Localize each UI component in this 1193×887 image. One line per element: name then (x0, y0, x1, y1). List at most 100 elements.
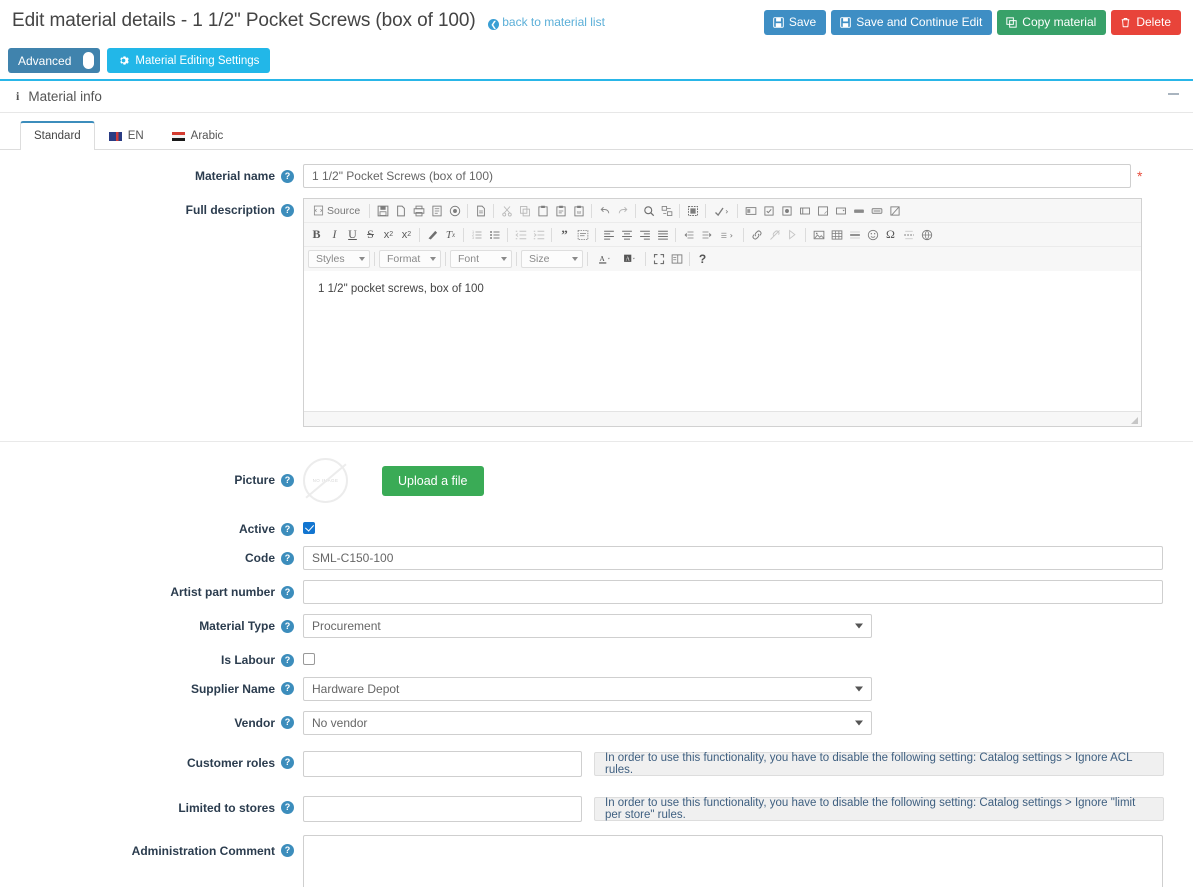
hidden-field-icon[interactable] (886, 202, 903, 219)
tab-en[interactable]: EN (95, 122, 158, 150)
resize-grip-icon[interactable] (1131, 417, 1138, 424)
replace-icon[interactable] (658, 202, 675, 219)
bulleted-list-icon[interactable] (486, 226, 503, 243)
align-right-icon[interactable] (636, 226, 653, 243)
new-page-icon[interactable] (392, 202, 409, 219)
numbered-list-icon[interactable]: 123 (468, 226, 485, 243)
background-color-icon[interactable]: A (617, 251, 641, 268)
styles-dropdown[interactable]: Styles (308, 250, 370, 268)
supplier-name-select[interactable]: Hardware Depot (303, 677, 872, 701)
save-button[interactable]: Save (764, 10, 826, 35)
justify-icon[interactable] (654, 226, 671, 243)
preview-icon[interactable] (428, 202, 445, 219)
text-direction-ltr-icon[interactable] (680, 226, 697, 243)
back-to-material-list-link[interactable]: ❮back to material list (488, 15, 605, 29)
show-blocks-icon[interactable] (668, 251, 685, 268)
text-field-icon[interactable] (796, 202, 813, 219)
templates-icon[interactable] (446, 202, 463, 219)
help-icon[interactable]: ? (281, 756, 294, 769)
help-icon[interactable]: ? (281, 682, 294, 695)
undo-icon[interactable] (596, 202, 613, 219)
upload-a-file-button[interactable]: Upload a file (382, 466, 484, 496)
paste-word-icon[interactable]: W (570, 202, 587, 219)
administration-comment-textarea[interactable] (303, 835, 1163, 887)
vendor-select[interactable]: No vendor (303, 711, 872, 735)
source-button[interactable]: Source (308, 202, 365, 219)
help-icon[interactable]: ? (281, 523, 294, 536)
image-icon[interactable] (810, 226, 827, 243)
image-button-icon[interactable] (868, 202, 885, 219)
select-field-icon[interactable] (832, 202, 849, 219)
format-dropdown[interactable]: Format (379, 250, 441, 268)
button-field-icon[interactable] (850, 202, 867, 219)
tab-standard[interactable]: Standard (20, 121, 95, 150)
material-name-input[interactable]: 1 1/2" Pocket Screws (box of 100) (303, 164, 1131, 188)
document-properties-icon[interactable] (472, 202, 489, 219)
delete-button[interactable]: Delete (1111, 10, 1181, 35)
bold-icon[interactable]: B (308, 226, 325, 243)
strikethrough-icon[interactable]: S (362, 226, 379, 243)
clear-formatting-icon[interactable]: Tx (442, 226, 459, 243)
save-doc-icon[interactable] (374, 202, 391, 219)
help-icon[interactable]: ? (281, 586, 294, 599)
advanced-mode-toggle[interactable]: Advanced (8, 48, 100, 73)
material-type-select[interactable]: Procurement (303, 614, 872, 638)
subscript-icon[interactable]: x2 (380, 226, 397, 243)
help-icon[interactable]: ? (281, 170, 294, 183)
active-checkbox[interactable] (303, 522, 315, 534)
text-color-icon[interactable]: A (592, 251, 616, 268)
artist-part-number-input[interactable] (303, 580, 1163, 604)
help-icon[interactable]: ? (281, 552, 294, 565)
horizontal-rule-icon[interactable] (846, 226, 863, 243)
material-editing-settings-button[interactable]: Material Editing Settings (107, 48, 270, 73)
text-direction-rtl-icon[interactable] (698, 226, 715, 243)
maximize-icon[interactable] (650, 251, 667, 268)
remove-format-icon[interactable] (424, 226, 441, 243)
find-icon[interactable] (640, 202, 657, 219)
align-center-icon[interactable] (618, 226, 635, 243)
align-left-icon[interactable] (600, 226, 617, 243)
superscript-icon[interactable]: x2 (398, 226, 415, 243)
language-icon[interactable]: ☰ (716, 226, 739, 243)
select-all-icon[interactable] (684, 202, 701, 219)
help-icon[interactable]: ? (281, 716, 294, 729)
table-icon[interactable] (828, 226, 845, 243)
increase-indent-icon[interactable] (530, 226, 547, 243)
copy-icon[interactable] (516, 202, 533, 219)
special-char-icon[interactable]: Ω (882, 226, 899, 243)
smiley-icon[interactable] (864, 226, 881, 243)
collapse-panel-icon[interactable] (1168, 93, 1179, 95)
create-div-icon[interactable] (574, 226, 591, 243)
print-icon[interactable] (410, 202, 427, 219)
help-icon[interactable]: ? (281, 204, 294, 217)
customer-roles-input[interactable] (303, 751, 582, 777)
save-and-continue-edit-button[interactable]: Save and Continue Edit (831, 10, 992, 35)
font-dropdown[interactable]: Font (450, 250, 512, 268)
spellcheck-icon[interactable] (710, 202, 733, 219)
copy-material-button[interactable]: Copy material (997, 10, 1106, 35)
radio-field-icon[interactable] (778, 202, 795, 219)
limited-to-stores-input[interactable] (303, 796, 582, 822)
textarea-field-icon[interactable] (814, 202, 831, 219)
page-break-icon[interactable] (900, 226, 917, 243)
cut-icon[interactable] (498, 202, 515, 219)
paste-text-icon[interactable] (552, 202, 569, 219)
form-icon[interactable] (742, 202, 759, 219)
blockquote-icon[interactable]: ” (556, 226, 573, 243)
iframe-icon[interactable] (918, 226, 935, 243)
underline-icon[interactable]: U (344, 226, 361, 243)
help-icon[interactable]: ? (281, 654, 294, 667)
italic-icon[interactable]: I (326, 226, 343, 243)
link-icon[interactable] (748, 226, 765, 243)
help-icon[interactable]: ? (281, 620, 294, 633)
unlink-icon[interactable] (766, 226, 783, 243)
is-labour-checkbox[interactable] (303, 653, 315, 665)
size-dropdown[interactable]: Size (521, 250, 583, 268)
help-icon[interactable]: ? (281, 844, 294, 857)
editor-content-area[interactable]: 1 1/2" pocket screws, box of 100 (304, 271, 1141, 411)
redo-icon[interactable] (614, 202, 631, 219)
help-icon[interactable]: ? (281, 801, 294, 814)
decrease-indent-icon[interactable] (512, 226, 529, 243)
help-icon[interactable]: ? (281, 474, 294, 487)
checkbox-field-icon[interactable] (760, 202, 777, 219)
